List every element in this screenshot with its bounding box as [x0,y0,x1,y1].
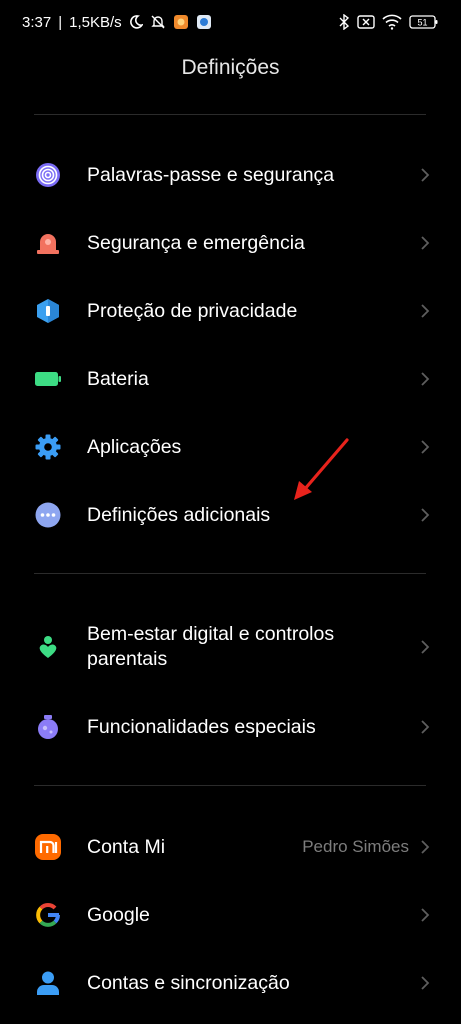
mi-logo-icon [34,833,62,861]
moon-icon [129,15,143,29]
fingerprint-icon [34,161,62,189]
google-icon [34,901,62,929]
settings-item-label: Proteção de privacidade [87,299,298,322]
chevron-right-icon [419,838,431,856]
app-notification-icon-2 [196,14,212,30]
settings-item-label: Contas e sincronização [87,971,290,994]
chevron-right-icon [419,506,431,524]
divider [34,573,426,574]
wellbeing-icon [34,633,62,661]
bell-off-icon [150,14,166,30]
settings-item-battery[interactable]: Bateria [0,351,461,407]
annotation-arrow-icon [294,438,349,500]
settings-item-apps[interactable]: Aplicações [0,419,461,475]
settings-item-label: Bem-estar digital e controlos parentais [87,623,335,670]
bluetooth-icon [338,14,350,30]
wifi-icon [382,14,402,30]
status-right: 51 [338,14,439,30]
app-notification-icon [173,14,189,30]
settings-item-label: Palavras-passe e segurança [87,163,335,186]
gear-icon [34,433,62,461]
status-separator: | [58,13,63,31]
chevron-right-icon [419,438,431,456]
chevron-right-icon [419,166,431,184]
chevron-right-icon [419,974,431,992]
chevron-right-icon [419,906,431,924]
settings-item-google[interactable]: Google [0,887,461,943]
chevron-right-icon [419,638,431,656]
status-bar: 3:37 | 1,5KB/s 51 [0,0,461,44]
status-left: 3:37 | 1,5KB/s [22,14,212,31]
settings-item-label: Funcionalidades especiais [87,715,316,738]
account-name: Pedro Simões [302,837,409,856]
status-time: 3:37 [22,13,52,31]
settings-item-label: Aplicações [87,435,182,458]
emergency-light-icon [34,229,62,257]
battery-icon [34,365,62,393]
more-dots-icon [34,501,62,529]
chevron-right-icon [419,302,431,320]
settings-item-digital-wellbeing[interactable]: Bem-estar digital e controlos parentais [0,614,461,680]
battery-status-icon: 51 [409,14,439,30]
settings-item-additional-settings[interactable]: Definições adicionais [0,487,461,543]
settings-item-mi-account[interactable]: Conta Mi Pedro Simões [0,819,461,875]
settings-item-label: Bateria [87,367,149,390]
divider [34,114,426,115]
privacy-shield-icon [34,297,62,325]
settings-item-label: Definições adicionais [87,503,271,526]
settings-item-safety-emergency[interactable]: Segurança e emergência [0,215,461,271]
settings-item-special-features[interactable]: Funcionalidades especiais [0,699,461,755]
page-title: Definições [181,56,280,79]
battery-level-text: 51 [417,18,427,28]
settings-item-label: Segurança e emergência [87,231,305,254]
settings-item-passwords-security[interactable]: Palavras-passe e segurança [0,147,461,203]
settings-item-label: Conta Mi [87,835,166,858]
person-icon [34,969,62,997]
status-network-speed: 1,5KB/s [69,13,122,31]
chevron-right-icon [419,234,431,252]
divider [34,785,426,786]
potion-icon [34,713,62,741]
chevron-right-icon [419,718,431,736]
no-sim-icon [357,15,375,29]
settings-item-label: Google [87,903,150,926]
settings-item-privacy-protection[interactable]: Proteção de privacidade [0,283,461,339]
chevron-right-icon [419,370,431,388]
settings-item-accounts-sync[interactable]: Contas e sincronização [0,955,461,1011]
